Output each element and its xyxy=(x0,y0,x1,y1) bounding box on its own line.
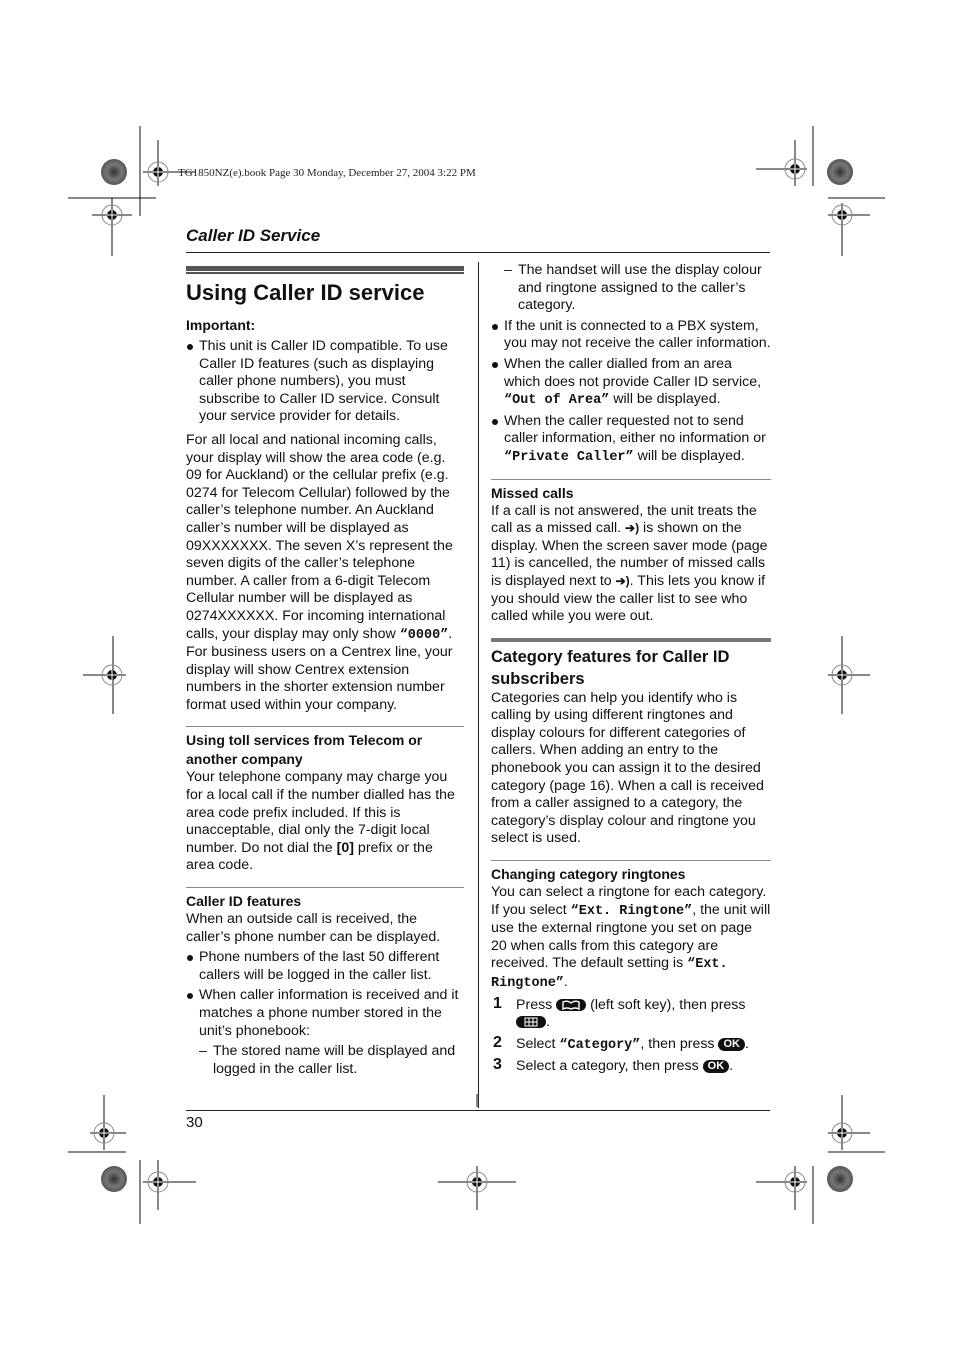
features-bullet: Phone numbers of the last 50 different c… xyxy=(186,949,464,984)
right-column: – The handset will use the display colour… xyxy=(491,262,771,1076)
missed-call-icon: ➔) xyxy=(615,573,630,588)
ok-key-icon: OK xyxy=(718,1037,745,1051)
ringtones-heading: Changing category ringtones xyxy=(491,866,686,883)
out-of-area-bullet: When the caller dialled from an area whi… xyxy=(491,356,771,410)
features-bullet: When caller information is received and … xyxy=(186,987,464,1040)
code-private-caller: “Private Caller” xyxy=(504,449,634,465)
category-dash-item: – The handset will use the display colour… xyxy=(504,262,762,314)
features-heading: Caller ID features xyxy=(186,893,302,910)
toll-paragraph: Your telephone company may charge you fo… xyxy=(186,769,455,874)
registration-disc-icon xyxy=(827,1166,853,1192)
phonebook-soft-key-icon xyxy=(556,998,587,1011)
section-rule xyxy=(491,478,771,480)
code-ext-ringtone: “Ext. Ringtone” xyxy=(570,903,693,919)
header-rule xyxy=(186,252,770,253)
print-registration-marks xyxy=(68,126,885,1224)
features-dash-item: – The stored name will be displayed and l… xyxy=(199,1043,456,1077)
registration-disc-icon xyxy=(827,159,853,185)
code-category: “Category” xyxy=(559,1037,641,1053)
registration-disc-icon xyxy=(101,1166,127,1192)
code-out-of-area: “Out of Area” xyxy=(504,393,610,409)
section-bar xyxy=(491,637,771,642)
page-title: Using Caller ID service xyxy=(186,280,425,305)
intro-paragraph: For all local and national incoming call… xyxy=(186,431,453,713)
pbx-bullet: If the unit is connected to a PBX system… xyxy=(491,318,771,353)
ringtones-paragraph: You can select a ringtone for each categ… xyxy=(491,884,771,991)
step-2: 2 Select “Category”, then press OK. xyxy=(493,1033,749,1053)
section-rule xyxy=(491,860,771,862)
features-paragraph: When an outside call is received, the ca… xyxy=(186,911,441,945)
section-rule xyxy=(186,726,464,728)
important-bullet: This unit is Caller ID compatible. To us… xyxy=(186,338,464,426)
private-caller-bullet: When the caller requested not to send ca… xyxy=(491,413,771,467)
left-column: Using Caller ID service Important: This … xyxy=(186,266,464,1078)
page-number: 30 xyxy=(186,1114,203,1131)
important-label: Important: xyxy=(186,317,256,333)
print-book-line: TG1850NZ(e).book Page 30 Monday, Decembe… xyxy=(178,167,476,179)
menu-key-icon xyxy=(516,1016,546,1029)
column-divider xyxy=(478,262,479,1108)
ok-key-icon: OK xyxy=(702,1060,730,1074)
category-heading: Category features for Caller ID subscrib… xyxy=(491,647,730,688)
title-bar xyxy=(186,266,464,272)
toll-heading: Using toll services from Telecom or anot… xyxy=(186,732,423,768)
section-title: Caller ID Service xyxy=(186,226,321,245)
step-1: 1 Press (left soft key), then press . xyxy=(493,994,746,1031)
registration-disc-icon xyxy=(101,159,127,185)
missed-calls-paragraph: If a call is not answered, the unit trea… xyxy=(491,502,768,625)
category-paragraph: Categories can help you identify who is … xyxy=(491,689,764,847)
zero-key-icon: [0] xyxy=(336,839,354,856)
footer-rule xyxy=(186,1110,770,1111)
missed-call-icon: ➔) xyxy=(625,521,640,536)
missed-calls-heading: Missed calls xyxy=(491,484,574,501)
step-3: 3 Select a category, then press OK. xyxy=(493,1056,734,1075)
code-0000: “0000” xyxy=(399,627,449,643)
section-rule xyxy=(186,887,464,889)
